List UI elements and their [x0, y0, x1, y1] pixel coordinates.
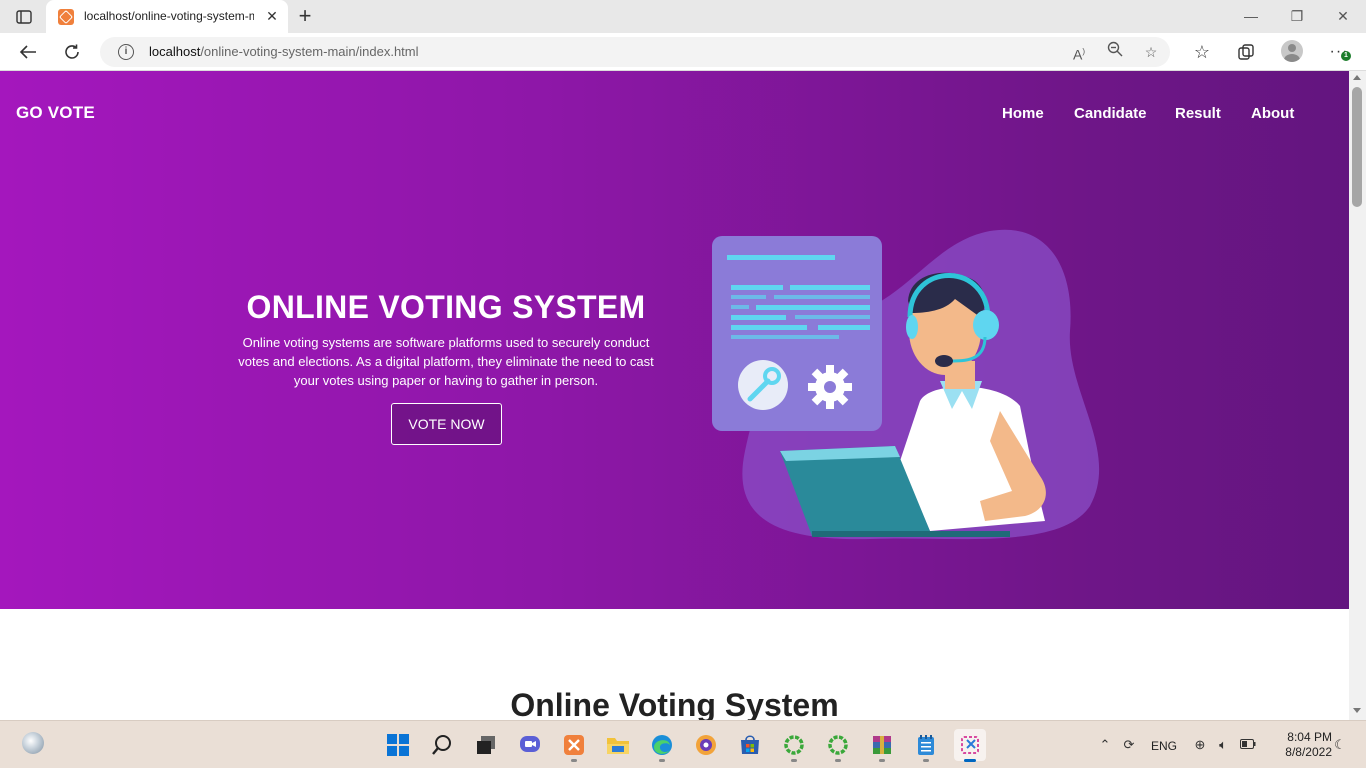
hero-description: Online voting systems are software platf… [238, 335, 654, 388]
notepad-icon[interactable] [910, 729, 942, 762]
nav-about[interactable]: About [1251, 105, 1294, 122]
page-scrollbar[interactable] [1349, 71, 1366, 720]
language-indicator[interactable]: ENG [1151, 739, 1177, 753]
url-text: localhost/online-voting-system-main/inde… [149, 44, 419, 59]
start-menu-icon[interactable] [382, 729, 414, 761]
hero-section: GO VOTE Home Candidate Result About ONLI… [0, 71, 1349, 609]
chevron-up-icon[interactable]: ⌃ [1096, 736, 1114, 754]
chat-icon[interactable] [514, 729, 546, 761]
winrar-icon[interactable] [866, 729, 898, 762]
file-explorer-icon[interactable] [602, 729, 634, 761]
restore-icon[interactable]: ❐ [1282, 6, 1312, 26]
search-icon[interactable] [426, 729, 458, 761]
windows-taskbar: ⌃ ⟳ ENG ⊕ 🔈︎ 8:04 PM 8/8/2022 ☾ [0, 720, 1366, 768]
microsoft-store-icon[interactable] [734, 729, 766, 761]
support-agent-illustration [712, 229, 1100, 540]
scrollbar-thumb[interactable] [1352, 87, 1362, 207]
volume-icon[interactable]: 🔈︎ [1214, 736, 1232, 754]
browser-tab-strip: localhost/online-voting-system-main/inde… [0, 0, 1366, 33]
tab-actions-icon[interactable] [10, 6, 38, 28]
zoom-out-icon[interactable] [1104, 41, 1126, 63]
network-globe-icon[interactable]: ⊕ [1191, 736, 1209, 754]
nav-home[interactable]: Home [1002, 105, 1044, 122]
nav-result[interactable]: Result [1175, 105, 1221, 122]
snipping-tool-icon[interactable] [954, 729, 986, 762]
scroll-up-icon[interactable] [1353, 75, 1361, 80]
browser-toolbar: i localhost/online-voting-system-main/in… [0, 33, 1366, 71]
close-window-icon[interactable]: ✕ [1328, 6, 1358, 26]
battery-icon[interactable] [1239, 736, 1257, 754]
do-not-disturb-icon[interactable]: ☾ [1331, 736, 1349, 754]
sync-icon[interactable]: ⟳ [1120, 736, 1138, 754]
xampp-favicon-icon [58, 9, 74, 25]
collections-icon[interactable] [1232, 39, 1260, 65]
clock-date: 8/8/2022 [1285, 745, 1332, 759]
add-favorite-icon[interactable]: ☆ [1140, 41, 1162, 63]
app-ring-icon-1[interactable] [778, 729, 810, 762]
address-bar[interactable]: i localhost/online-voting-system-main/in… [100, 37, 1170, 67]
weather-widget-icon[interactable] [22, 732, 44, 754]
scroll-down-icon[interactable] [1353, 708, 1361, 713]
close-tab-icon[interactable]: ✕ [263, 7, 281, 25]
app-ring-icon-2[interactable] [822, 729, 854, 762]
task-view-icon[interactable] [470, 729, 502, 761]
tab-title: localhost/online-voting-system-main/inde… [84, 9, 254, 23]
hero-title: ONLINE VOTING SYSTEM [246, 289, 646, 325]
site-info-icon[interactable]: i [118, 44, 134, 60]
back-icon[interactable] [14, 39, 42, 65]
new-tab-button[interactable]: + [294, 4, 316, 28]
browser-tab-active[interactable]: localhost/online-voting-system-main/inde… [46, 0, 288, 33]
minimize-icon[interactable]: — [1236, 6, 1266, 26]
section-title: Online Voting System [510, 687, 839, 720]
security-app-icon[interactable] [690, 729, 722, 761]
vote-now-button[interactable]: VOTE NOW [391, 403, 502, 445]
edge-browser-icon[interactable] [646, 729, 678, 762]
refresh-icon[interactable] [58, 39, 86, 65]
profile-avatar-icon[interactable] [1281, 40, 1303, 62]
page-viewport: GO VOTE Home Candidate Result About ONLI… [0, 71, 1349, 720]
read-aloud-icon[interactable]: A) [1068, 41, 1090, 63]
favorites-icon[interactable]: ☆ [1188, 39, 1216, 65]
brand-logo[interactable]: GO VOTE [16, 103, 95, 123]
system-clock[interactable]: 8:04 PM 8/8/2022 [1262, 730, 1332, 760]
xampp-app-icon[interactable] [558, 729, 590, 762]
nav-candidate[interactable]: Candidate [1074, 105, 1147, 122]
notification-badge: 1 [1341, 51, 1351, 61]
clock-time: 8:04 PM [1287, 730, 1332, 744]
